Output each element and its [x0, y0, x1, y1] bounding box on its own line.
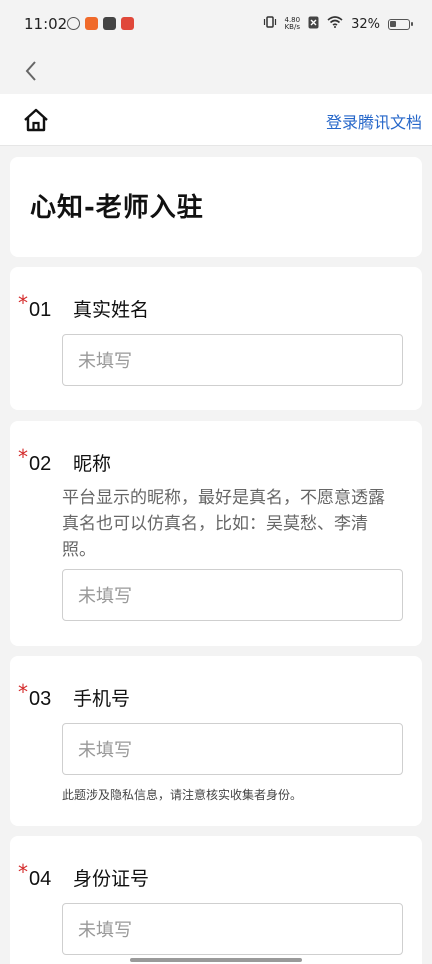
question-card-04: * 04 身份证号 未填写 — [10, 836, 422, 964]
id-number-input[interactable]: 未填写 — [62, 903, 403, 955]
question-header: * 04 身份证号 — [18, 860, 150, 891]
wifi-icon — [327, 16, 343, 32]
question-number: 03 — [29, 688, 52, 710]
input-placeholder: 未填写 — [78, 586, 132, 607]
mail-icon — [103, 17, 116, 30]
login-tencent-docs-link[interactable]: 登录腾讯文档 — [326, 109, 422, 133]
question-title: 昵称 — [73, 453, 112, 475]
notification-app-icon — [85, 17, 98, 30]
vibrate-icon — [263, 15, 277, 33]
question-card-03: * 03 手机号 未填写 此题涉及隐私信息，请注意核实收集者身份。 — [10, 656, 422, 826]
back-chevron-icon — [25, 61, 36, 81]
question-title: 身份证号 — [73, 868, 150, 890]
required-mark: * — [18, 291, 28, 315]
required-mark: * — [18, 445, 28, 469]
battery-percent: 32% — [351, 16, 380, 32]
input-placeholder: 未填写 — [78, 740, 132, 761]
nickname-input[interactable]: 未填写 — [62, 569, 403, 621]
back-button[interactable] — [16, 56, 46, 86]
question-card-01: * 01 真实姓名 未填写 — [10, 267, 422, 410]
network-speed-unit: KB/s — [284, 23, 300, 31]
notification-icons — [67, 17, 134, 30]
question-number: 04 — [29, 868, 52, 890]
question-header: * 02 昵称 — [18, 445, 112, 476]
question-title: 真实姓名 — [73, 299, 150, 321]
gesture-home-bar[interactable] — [130, 958, 302, 962]
no-sim-icon — [308, 16, 319, 33]
network-speed: 4.80 KB/s — [285, 17, 301, 31]
input-placeholder: 未填写 — [78, 920, 132, 941]
required-mark: * — [18, 680, 28, 704]
home-button[interactable] — [22, 106, 50, 134]
question-header: * 03 手机号 — [18, 680, 131, 711]
home-icon — [24, 108, 48, 132]
question-card-02: * 02 昵称 平台显示的昵称，最好是真名，不愿意透露真名也可以仿真名，比如：吴… — [10, 421, 422, 646]
notification-app-icon — [67, 17, 80, 30]
notification-app-icon — [121, 17, 134, 30]
real-name-input[interactable]: 未填写 — [62, 334, 403, 386]
question-header: * 01 真实姓名 — [18, 291, 150, 322]
question-number: 02 — [29, 453, 52, 475]
status-bar: 11:02 4.80 KB/s 32% — [0, 0, 432, 50]
form-title: 心知-老师入驻 — [30, 193, 204, 223]
question-description: 平台显示的昵称，最好是真名，不愿意透露真名也可以仿真名，比如：吴莫愁、李清照。 — [62, 488, 385, 560]
input-placeholder: 未填写 — [78, 351, 132, 372]
battery-icon — [388, 18, 413, 30]
required-mark: * — [18, 860, 28, 884]
phone-input[interactable]: 未填写 — [62, 723, 403, 775]
privacy-note: 此题涉及隐私信息，请注意核实收集者身份。 — [62, 788, 303, 802]
form-title-card: 心知-老师入驻 — [10, 157, 422, 257]
question-number: 01 — [29, 299, 52, 321]
status-time: 11:02 — [24, 15, 68, 33]
question-title: 手机号 — [73, 688, 131, 710]
status-right: 4.80 KB/s 32% — [263, 15, 413, 33]
nav-bar — [0, 50, 432, 94]
app-header: 登录腾讯文档 — [0, 94, 432, 146]
